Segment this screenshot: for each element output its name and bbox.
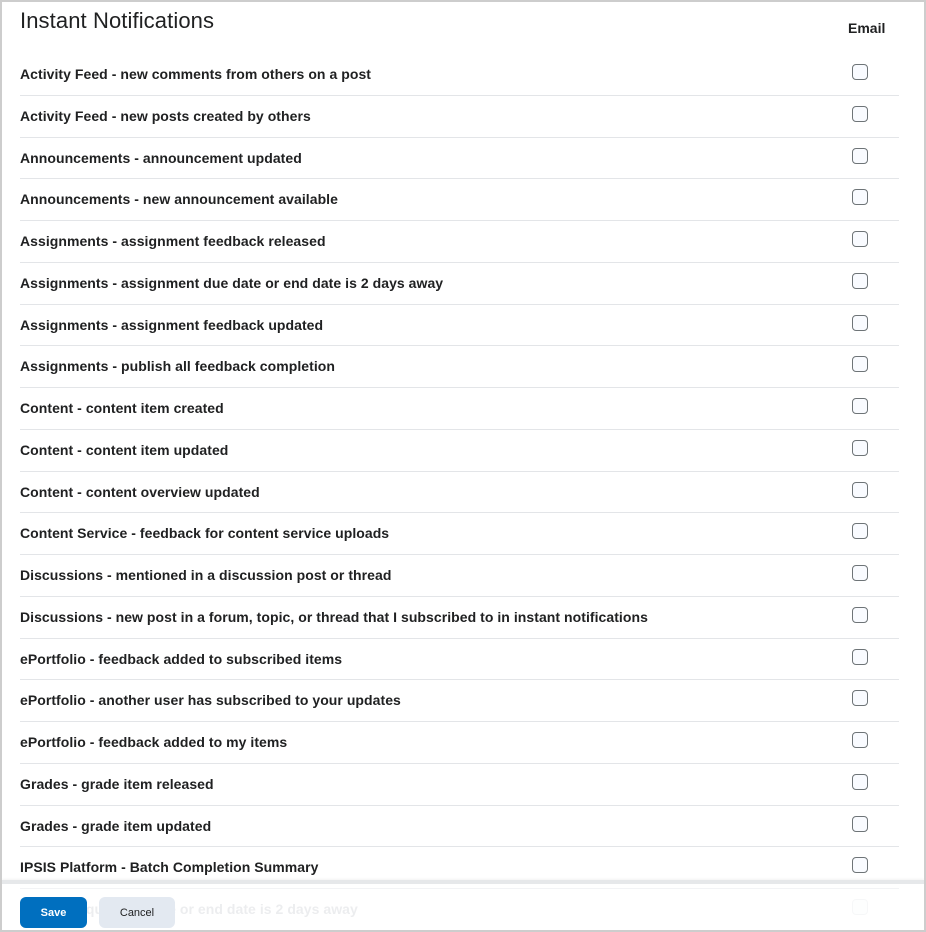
notification-row: Announcements - new announcement availab… [20, 179, 899, 221]
notification-label: Assignments - assignment feedback releas… [20, 233, 326, 249]
notification-label: Content Service - feedback for content s… [20, 525, 390, 542]
notification-label: Grades - grade item updated [20, 817, 212, 834]
notification-label: ePortfolio - feedback added to my items [20, 734, 288, 750]
email-checkbox[interactable] [852, 606, 868, 623]
notification-label: Grades - grade item released [20, 775, 214, 792]
email-checkbox[interactable] [852, 523, 868, 540]
email-checkbox[interactable] [852, 857, 868, 874]
save-button[interactable]: Save [20, 897, 87, 928]
email-checkbox[interactable] [852, 732, 868, 748]
notification-label: Content - content item updated [20, 441, 229, 458]
notification-row: Discussions - new post in a forum, topic… [20, 597, 899, 639]
notification-row: Content - content overview updated [20, 472, 899, 514]
notification-label: Assignments - assignment due date or end… [20, 274, 444, 291]
notification-row: Announcements - announcement updated [20, 138, 899, 180]
notification-row: Assignments - assignment due date or end… [20, 263, 899, 305]
email-checkbox[interactable] [852, 773, 868, 790]
page-title: Instant Notifications [20, 8, 215, 33]
email-checkbox[interactable] [852, 439, 868, 456]
notification-row: Content - content item updated [20, 430, 899, 472]
notification-row: Assignments - publish all feedback compl… [20, 346, 899, 388]
notification-row: ePortfolio - another user has subscribed… [20, 680, 899, 722]
notification-label: ePortfolio - another user has subscribed… [20, 692, 401, 709]
notification-label: Discussions - new post in a forum, topic… [20, 608, 648, 625]
notification-row: Content Service - feedback for content s… [20, 513, 899, 555]
notification-label: Discussions - mentioned in a discussion … [20, 567, 392, 583]
form-footer: Save Cancel [2, 880, 924, 930]
email-checkbox[interactable] [852, 105, 868, 122]
notification-row: Content - content item created [20, 388, 899, 430]
notification-label: Activity Feed - new posts created by oth… [20, 107, 311, 124]
notification-label: IPSIS Platform - Batch Completion Summar… [20, 859, 319, 876]
email-checkbox[interactable] [852, 189, 868, 206]
notification-row: Grades - grade item updated [20, 806, 899, 848]
email-checkbox[interactable] [852, 815, 868, 832]
email-checkbox[interactable] [852, 272, 868, 289]
email-checkbox[interactable] [852, 690, 868, 707]
notification-row: Assignments - assignment feedback releas… [20, 221, 899, 263]
notification-row: Assignments - assignment feedback update… [20, 305, 899, 347]
email-checkbox[interactable] [852, 356, 868, 373]
email-checkbox[interactable] [852, 481, 868, 498]
notification-list: Activity Feed - new comments from others… [20, 54, 899, 930]
email-checkbox[interactable] [852, 398, 868, 414]
notification-row: Activity Feed - new comments from others… [20, 54, 899, 96]
email-checkbox[interactable] [852, 314, 868, 331]
notification-label: Announcements - new announcement availab… [20, 191, 338, 208]
notification-row: Discussions - mentioned in a discussion … [20, 555, 899, 597]
notification-row: Activity Feed - new posts created by oth… [20, 96, 899, 138]
notification-row: ePortfolio - feedback added to subscribe… [20, 639, 899, 681]
email-checkbox[interactable] [852, 565, 868, 581]
email-checkbox[interactable] [852, 231, 868, 247]
notification-row: Grades - grade item released [20, 764, 899, 806]
notifications-panel: Instant Notifications Email Activity Fee… [0, 0, 926, 932]
email-checkbox[interactable] [852, 147, 868, 164]
email-checkbox[interactable] [852, 64, 868, 80]
notification-row: ePortfolio - feedback added to my items [20, 722, 899, 764]
notification-label: Assignments - publish all feedback compl… [20, 358, 335, 375]
email-checkbox[interactable] [852, 648, 868, 665]
notification-label: ePortfolio - feedback added to subscribe… [20, 650, 343, 667]
notification-label: Assignments - assignment feedback update… [20, 316, 324, 333]
email-column-header: Email [848, 20, 886, 36]
cancel-button[interactable]: Cancel [99, 897, 175, 928]
notification-label: Content - content overview updated [20, 483, 260, 500]
notification-label: Content - content item created [20, 400, 224, 416]
notification-label: Activity Feed - new comments from others… [20, 66, 372, 82]
notification-label: Announcements - announcement updated [20, 149, 302, 166]
